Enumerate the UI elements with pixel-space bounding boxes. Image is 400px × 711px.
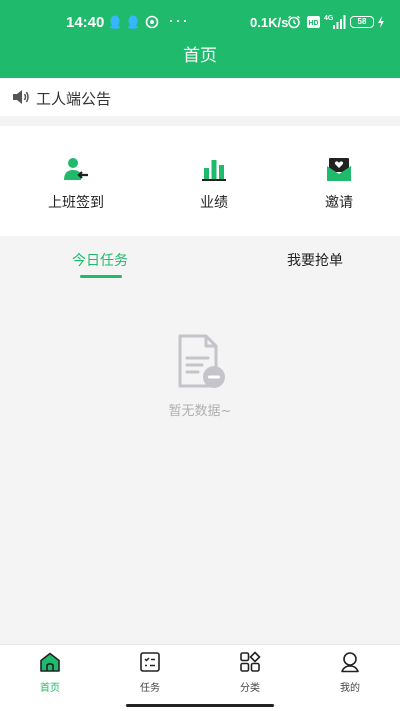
- qq-icon: [110, 15, 120, 29]
- menu-item-checkin[interactable]: 上班签到: [16, 156, 136, 212]
- signal-icon: 4G: [324, 15, 346, 29]
- empty-state: 暂无数据~: [0, 334, 400, 419]
- tabbar-item-profile[interactable]: 我的: [300, 651, 400, 694]
- task-tabs: 今日任务 我要抢单: [0, 236, 400, 280]
- menu-label-performance: 业绩: [200, 195, 228, 211]
- active-tab-indicator: [80, 275, 122, 278]
- announcement-text: 工人端公告: [36, 90, 112, 108]
- category-icon: [240, 651, 261, 672]
- alarm-icon: [288, 15, 300, 29]
- profile-icon: [341, 652, 359, 673]
- tabbar-label-tasks: 任务: [140, 683, 160, 694]
- tabbar-item-home[interactable]: 首页: [0, 651, 100, 694]
- menu-label-invite: 邀请: [325, 195, 353, 211]
- tabbar-label-profile: 我的: [340, 683, 360, 694]
- quick-menu: 上班签到 业绩 邀请: [0, 126, 400, 236]
- net-speed: 0.1K/s: [250, 15, 289, 30]
- charging-icon: [378, 16, 384, 28]
- checkin-user-icon: [64, 158, 88, 180]
- menu-item-invite[interactable]: 邀请: [279, 156, 399, 212]
- hd-label: HD: [308, 20, 318, 27]
- battery-indicator: 58: [350, 16, 374, 28]
- network-type-label: 4G: [324, 15, 334, 22]
- more-notifications-indicator: ···: [168, 10, 189, 30]
- tabbar-label-category: 分类: [240, 683, 260, 694]
- speaker-icon: [13, 90, 29, 104]
- invite-envelope-icon: [327, 158, 351, 181]
- tabbar-item-category[interactable]: 分类: [200, 651, 300, 694]
- hd-icon: HD: [307, 16, 320, 28]
- app-circle-icon: [145, 15, 159, 29]
- task-list-icon: [140, 652, 160, 672]
- tabbar-label-home: 首页: [40, 683, 60, 694]
- page-title: 首页: [183, 46, 217, 66]
- tabbar-item-tasks[interactable]: 任务: [100, 651, 200, 694]
- tab-today-tasks[interactable]: 今日任务: [0, 250, 200, 270]
- menu-label-checkin: 上班签到: [48, 195, 104, 211]
- page-header: 首页: [0, 46, 400, 78]
- tab-grab-orders[interactable]: 我要抢单: [215, 250, 400, 270]
- menu-item-performance[interactable]: 业绩: [154, 156, 274, 212]
- home-icon: [40, 652, 60, 672]
- status-time: 14:40: [66, 14, 105, 31]
- qq-icon: [128, 15, 138, 29]
- announcement-bar[interactable]: 工人端公告: [0, 78, 400, 116]
- empty-document-icon: [178, 334, 225, 388]
- bottom-tab-bar: 首页 任务 分类 我的: [0, 644, 400, 711]
- empty-state-text: 暂无数据~: [168, 404, 232, 419]
- bar-chart-icon: [202, 160, 226, 181]
- system-home-indicator[interactable]: [126, 704, 274, 707]
- status-bar: 14:40 ··· 0.1K/s HD 4G 58: [0, 0, 400, 46]
